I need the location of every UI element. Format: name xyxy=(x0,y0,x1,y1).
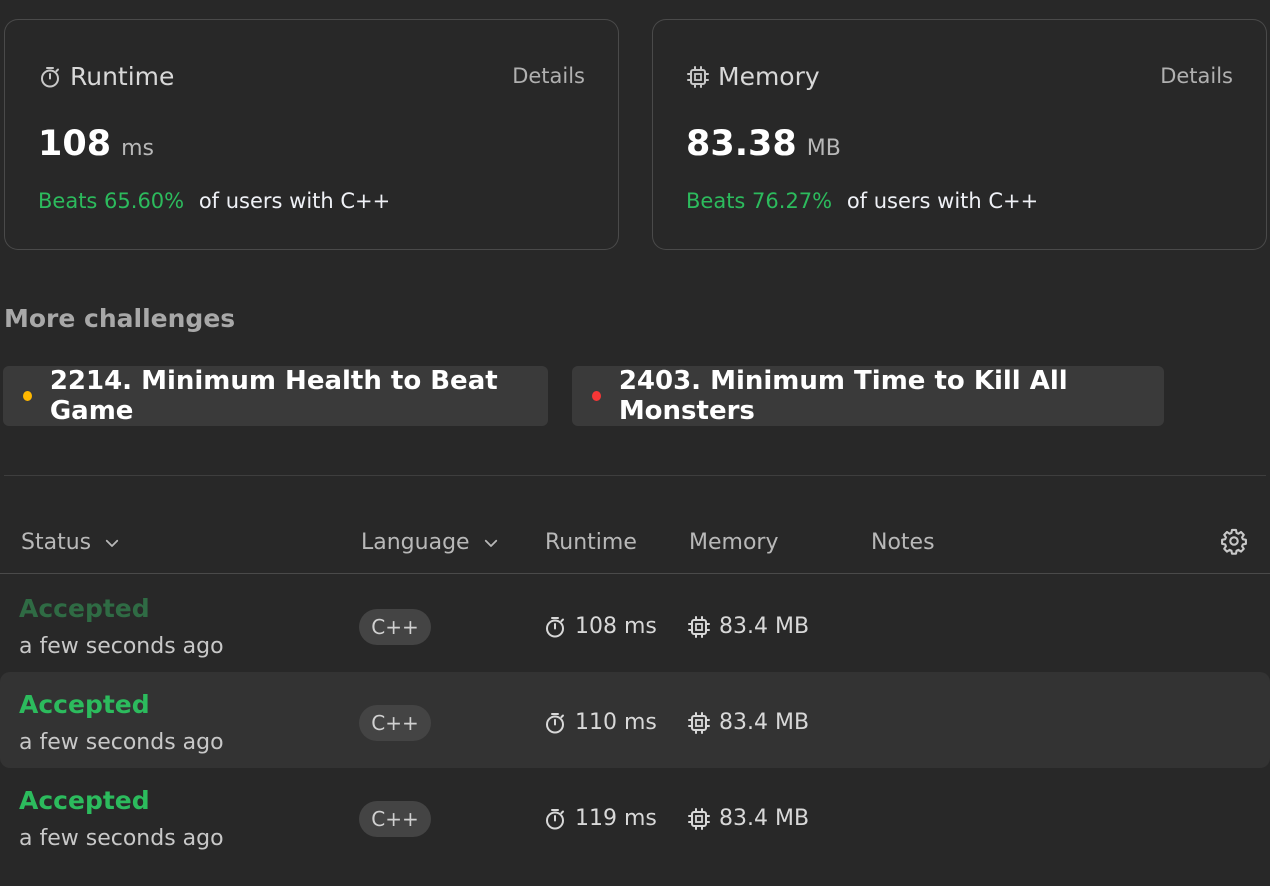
difficulty-dot xyxy=(592,391,601,401)
memory-column-header: Memory xyxy=(689,530,779,555)
memory-value: 83.38 MB xyxy=(686,124,841,164)
memory-beats-percent: Beats 76.27% xyxy=(686,189,833,213)
language-badge: C++ xyxy=(359,705,431,741)
memory-beats-suffix: of users with C++ xyxy=(846,189,1039,213)
chevron-down-icon xyxy=(103,534,121,552)
memory-cell: 83.4 MB xyxy=(687,806,809,831)
language-badge: C++ xyxy=(359,801,431,837)
runtime-title-text: Runtime xyxy=(70,62,175,91)
memory-cell-value: 83.4 MB xyxy=(719,710,810,735)
challenge-chip[interactable]: 2403. Minimum Time to Kill All Monsters xyxy=(572,366,1164,426)
memory-cell-value: 83.4 MB xyxy=(719,806,810,831)
memory-cell: 83.4 MB xyxy=(687,710,809,735)
runtime-card-title: Runtime xyxy=(38,62,174,91)
section-divider xyxy=(4,475,1266,476)
submission-time: a few seconds ago xyxy=(19,634,224,659)
gear-icon[interactable] xyxy=(1220,527,1248,555)
memory-title-text: Memory xyxy=(718,62,820,91)
challenge-chip[interactable]: 2214. Minimum Health to Beat Game xyxy=(3,366,548,426)
runtime-beats-suffix: of users with C++ xyxy=(198,189,391,213)
memory-card: Memory Details 83.38 MB Beats 76.27% of … xyxy=(652,19,1267,250)
status-accepted[interactable]: Accepted xyxy=(19,594,150,623)
runtime-card: Runtime Details 108 ms Beats 65.60% of u… xyxy=(4,19,619,250)
runtime-cell-value: 108 ms xyxy=(575,614,657,639)
submission-time: a few seconds ago xyxy=(19,730,224,755)
runtime-cell: 119 ms xyxy=(543,806,657,831)
chip-icon xyxy=(686,65,710,89)
status-accepted[interactable]: Accepted xyxy=(19,690,150,719)
runtime-cell-value: 119 ms xyxy=(575,806,657,831)
stopwatch-icon xyxy=(38,65,62,89)
more-challenges-heading: More challenges xyxy=(4,304,236,333)
notes-column-header: Notes xyxy=(871,530,935,555)
chip-icon xyxy=(687,615,711,639)
runtime-unit: ms xyxy=(121,136,154,161)
runtime-details-link[interactable]: Details xyxy=(512,64,585,88)
language-badge: C++ xyxy=(359,609,431,645)
stats-cards: Runtime Details 108 ms Beats 65.60% of u… xyxy=(0,0,1270,260)
memory-number: 83.38 xyxy=(686,124,797,164)
runtime-beats: Beats 65.60% of users with C++ xyxy=(38,189,390,213)
language-column-header[interactable]: Language xyxy=(361,530,500,555)
runtime-cell-value: 110 ms xyxy=(575,710,657,735)
chip-icon xyxy=(687,807,711,831)
memory-beats: Beats 76.27% of users with C++ xyxy=(686,189,1038,213)
runtime-cell: 110 ms xyxy=(543,710,657,735)
stopwatch-icon xyxy=(543,711,567,735)
memory-details-link[interactable]: Details xyxy=(1160,64,1233,88)
runtime-cell: 108 ms xyxy=(543,614,657,639)
table-row[interactable]: Accepted a few seconds ago C++ 110 ms 83… xyxy=(0,672,1270,768)
table-row[interactable]: Accepted a few seconds ago C++ 108 ms 83… xyxy=(0,576,1270,672)
runtime-value: 108 ms xyxy=(38,124,154,164)
memory-card-title: Memory xyxy=(686,62,820,91)
chip-icon xyxy=(687,711,711,735)
language-header-label: Language xyxy=(361,530,470,555)
memory-unit: MB xyxy=(806,136,841,161)
submissions-table-header: Status Language Runtime Memory Notes xyxy=(0,510,1270,574)
runtime-beats-percent: Beats 65.60% xyxy=(38,189,185,213)
stopwatch-icon xyxy=(543,615,567,639)
difficulty-dot xyxy=(23,391,32,401)
chevron-down-icon xyxy=(482,534,500,552)
runtime-number: 108 xyxy=(38,124,112,164)
submission-time: a few seconds ago xyxy=(19,826,224,851)
status-column-header[interactable]: Status xyxy=(21,530,121,555)
stopwatch-icon xyxy=(543,807,567,831)
table-row[interactable]: Accepted a few seconds ago C++ 119 ms 83… xyxy=(0,768,1270,864)
challenge-label: 2403. Minimum Time to Kill All Monsters xyxy=(618,366,1068,426)
memory-cell-value: 83.4 MB xyxy=(719,614,810,639)
memory-cell: 83.4 MB xyxy=(687,614,809,639)
runtime-column-header: Runtime xyxy=(545,530,637,555)
status-accepted[interactable]: Accepted xyxy=(19,786,150,815)
status-header-label: Status xyxy=(21,530,92,555)
challenge-label: 2214. Minimum Health to Beat Game xyxy=(49,366,498,426)
